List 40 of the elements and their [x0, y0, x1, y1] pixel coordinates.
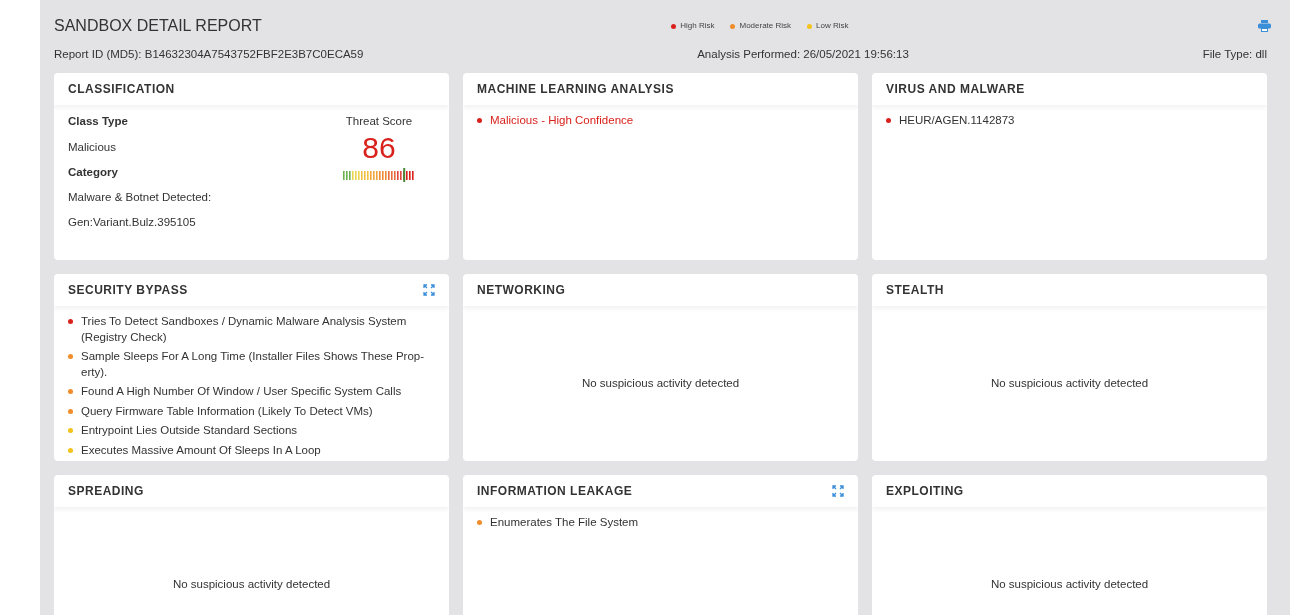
panel-title: VIRUS AND MALWARE — [886, 81, 1025, 99]
category-detail: Gen:Variant.Bulz.395105 — [68, 215, 197, 231]
analysis-date: Analysis Performed: 26/05/2021 19:56:13 — [697, 47, 909, 62]
empty-message: No suspicious activity detected — [990, 577, 1149, 593]
panel-title: INFORMATION LEAKAGE — [477, 483, 633, 501]
expand-icon[interactable] — [832, 485, 844, 498]
finding-text: Entrypoint Lies Outside Standard Sections — [81, 423, 298, 439]
finding-text: Malicious - High Confidence — [490, 113, 634, 129]
finding-text: HEUR/AGEN.1142873 — [899, 113, 1015, 129]
panel-title: SECURITY BYPASS — [68, 282, 188, 300]
report-id: Report ID (MD5): B14632304A7543752FBF2E3B7C0ECA59 — [54, 47, 364, 62]
empty-message: No suspicious activity detected — [990, 376, 1149, 392]
panel-title: NETWORKING — [477, 282, 566, 300]
empty-message: No suspicious activity detected — [172, 577, 331, 593]
finding-text: Tries To Detect Sandboxes / Dynamic Malware Analysis System (Registry Check) — [81, 314, 408, 345]
panel-title: SPREADING — [68, 483, 144, 501]
panel-title: MACHINE LEARNING ANALYSIS — [477, 81, 674, 99]
finding-text: Sample Sleeps For A Long Time (Installer Files Shows These Prop-erty). — [81, 349, 426, 380]
legend-label: Moderate Risk — [739, 20, 792, 32]
legend-label: Low Risk — [816, 20, 849, 32]
finding-text: Enumerates The File System — [490, 515, 639, 531]
empty-message: No suspicious activity detected — [581, 376, 740, 392]
field-value: Malicious — [68, 139, 117, 155]
file-type: File Type: dll — [1202, 47, 1267, 62]
panel-title: EXPLOITING — [886, 483, 964, 501]
field-label: Category — [68, 164, 119, 180]
field-value: Malware & Botnet Detected: — [68, 190, 212, 205]
print-icon[interactable] — [1258, 20, 1271, 32]
panel-title: CLASSIFICATION — [68, 81, 175, 99]
threat-label: Threat Score — [345, 114, 413, 130]
field-label: Class Type — [68, 114, 129, 130]
finding-text: Executes Massive Amount Of Sleeps In A Loop — [81, 442, 321, 458]
expand-icon[interactable] — [423, 284, 435, 297]
report-title: SANDBOX DETAIL REPORT — [54, 16, 262, 36]
finding-text: Found A High Number Of Window / User Specific System Calls — [81, 384, 402, 400]
legend-label: High Risk — [680, 20, 715, 32]
panel-title: STEALTH — [886, 282, 944, 300]
finding-text: Query Firmware Table Information (Likely To Detect VMs) — [81, 403, 373, 419]
threat-score: 86 — [362, 130, 396, 164]
threat-meter — [343, 167, 415, 182]
